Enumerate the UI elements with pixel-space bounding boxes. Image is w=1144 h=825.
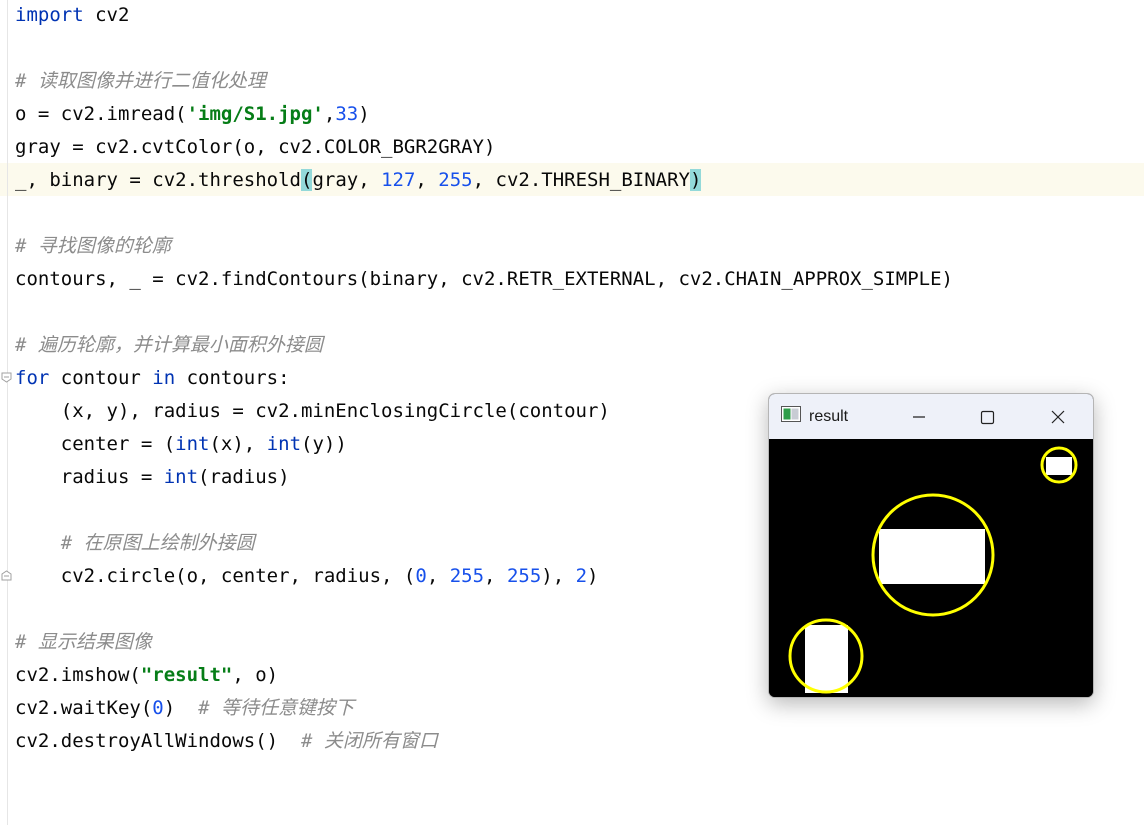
code-comment: # 遍历轮廓，并计算最小面积外接圆 xyxy=(15,334,323,356)
code-token: , xyxy=(484,565,507,587)
fold-marker-icon[interactable] xyxy=(1,372,12,383)
code-line[interactable]: # 遍历轮廓，并计算最小面积外接圆 xyxy=(15,329,323,362)
result-window[interactable]: result xyxy=(768,393,1094,698)
code-token: contours, _ = cv2.findContours(binary, c… xyxy=(15,268,953,290)
code-token: _, binary = cv2.threshold xyxy=(15,169,301,191)
code-token: 33 xyxy=(335,103,359,125)
code-token: , xyxy=(426,565,450,587)
code-line[interactable]: gray = cv2.cvtColor(o, cv2.COLOR_BGR2GRA… xyxy=(15,131,495,164)
code-token: , o) xyxy=(232,664,279,686)
code-line[interactable]: for contour in contours: xyxy=(15,362,290,395)
code-line[interactable]: # 在原图上绘制外接圆 xyxy=(15,527,255,560)
code-token: for xyxy=(15,367,50,389)
code-comment: # 显示结果图像 xyxy=(15,631,152,653)
fold-end-marker-icon[interactable] xyxy=(1,570,12,581)
code-comment: # 在原图上绘制外接圆 xyxy=(15,532,255,554)
white-rectangle-bottom-left xyxy=(805,625,848,693)
code-token: radius = xyxy=(15,466,164,488)
close-button[interactable] xyxy=(1043,402,1073,432)
code-token: int xyxy=(266,433,302,455)
code-token: (x, y), radius = cv2.minEnclosingCircle(… xyxy=(15,400,610,422)
code-token: ) xyxy=(163,697,199,719)
code-line[interactable]: import cv2 xyxy=(15,0,129,32)
white-rectangle-center xyxy=(879,529,985,584)
code-token: cv2 xyxy=(83,4,130,26)
code-token: int xyxy=(163,466,199,488)
code-line[interactable]: contours, _ = cv2.findContours(binary, c… xyxy=(15,263,953,296)
code-line[interactable]: cv2.circle(o, center, radius, (0, 255, 2… xyxy=(15,560,599,593)
code-token: , xyxy=(323,103,336,125)
code-line[interactable]: o = cv2.imread('img/S1.jpg',33) xyxy=(15,98,370,131)
code-token: contours: xyxy=(175,367,290,389)
code-token: 255 xyxy=(506,565,542,587)
editor-gutter xyxy=(7,0,8,825)
code-token: ), xyxy=(541,565,576,587)
code-token: ) xyxy=(689,169,702,191)
window-titlebar[interactable]: result xyxy=(769,394,1093,439)
code-token: center = ( xyxy=(15,433,176,455)
code-token: "result" xyxy=(140,664,233,686)
code-token: o = cv2.imread( xyxy=(15,103,187,125)
code-token: ) xyxy=(587,565,599,587)
code-comment: # 等待任意键按下 xyxy=(198,697,354,719)
code-token: , cv2.THRESH_BINARY xyxy=(472,169,690,191)
code-line[interactable]: cv2.waitKey(0) # 等待任意键按下 xyxy=(15,692,354,725)
white-rectangle-top-right xyxy=(1046,457,1072,475)
code-token: 2 xyxy=(575,565,588,587)
code-line[interactable]: cv2.destroyAllWindows() # 关闭所有窗口 xyxy=(15,725,438,758)
code-line[interactable]: _, binary = cv2.threshold(gray, 127, 255… xyxy=(15,164,702,197)
window-title: result xyxy=(809,408,849,425)
maximize-icon xyxy=(980,410,995,425)
code-token: 255 xyxy=(449,565,485,587)
code-token: , xyxy=(415,169,439,191)
code-token: 0 xyxy=(415,565,427,587)
code-comment: # 寻找图像的轮廓 xyxy=(15,235,171,257)
code-token: contour xyxy=(49,367,153,389)
code-token: cv2.imshow( xyxy=(15,664,141,686)
close-icon xyxy=(1051,410,1065,424)
code-comment: # 读取图像并进行二值化处理 xyxy=(15,70,266,92)
code-token: (x), xyxy=(209,433,267,455)
code-line[interactable]: # 读取图像并进行二值化处理 xyxy=(15,65,266,98)
code-token: gray, xyxy=(312,169,382,191)
code-line[interactable]: cv2.imshow("result", o) xyxy=(15,659,278,692)
code-token: cv2.waitKey( xyxy=(15,697,153,719)
result-image xyxy=(769,439,1093,697)
code-token: 127 xyxy=(381,169,416,191)
code-line[interactable]: (x, y), radius = cv2.minEnclosingCircle(… xyxy=(15,395,610,428)
code-comment: # 关闭所有窗口 xyxy=(300,730,438,752)
code-line[interactable]: radius = int(radius) xyxy=(15,461,290,494)
code-token: import xyxy=(15,4,84,26)
code-line[interactable]: center = (int(x), int(y)) xyxy=(15,428,347,461)
code-token: ) xyxy=(358,103,370,125)
code-token: cv2.circle(o, center, radius, ( xyxy=(15,565,416,587)
code-token: int xyxy=(175,433,210,455)
code-token: 0 xyxy=(152,697,164,719)
code-token: (radius) xyxy=(198,466,290,488)
minimize-button[interactable] xyxy=(904,402,934,432)
code-token: cv2.destroyAllWindows() xyxy=(15,730,301,752)
image-window-icon xyxy=(781,406,801,422)
maximize-button[interactable] xyxy=(972,402,1002,432)
code-token: in xyxy=(152,367,176,389)
code-token: 'img/S1.jpg' xyxy=(186,103,324,125)
code-token: ( xyxy=(300,169,313,191)
code-token: (y)) xyxy=(301,433,347,455)
code-line[interactable]: # 显示结果图像 xyxy=(15,626,152,659)
code-token: gray = cv2.cvtColor(o, cv2.COLOR_BGR2GRA… xyxy=(15,136,496,158)
code-token: 255 xyxy=(438,169,473,191)
code-line[interactable]: # 寻找图像的轮廓 xyxy=(15,230,171,263)
